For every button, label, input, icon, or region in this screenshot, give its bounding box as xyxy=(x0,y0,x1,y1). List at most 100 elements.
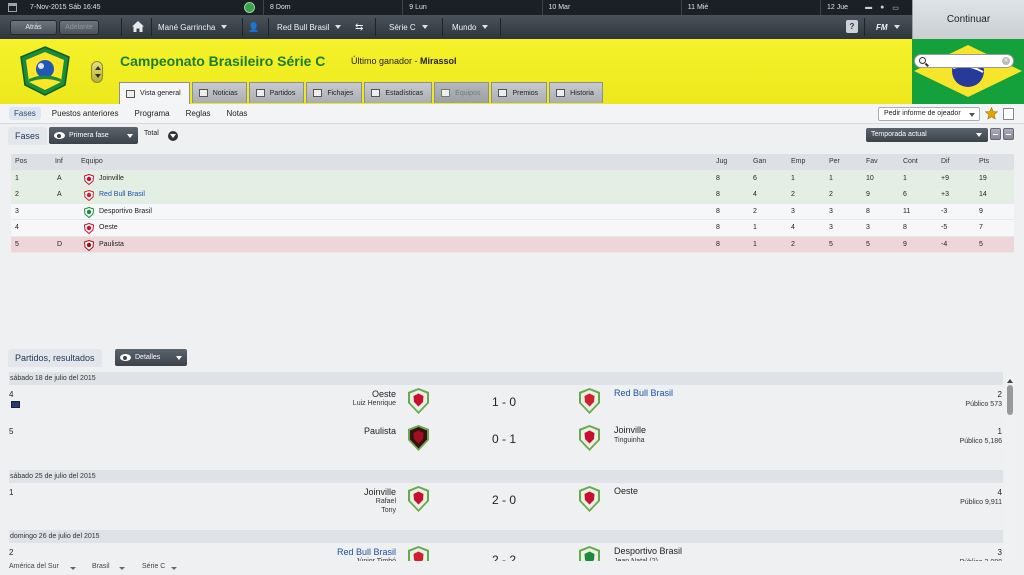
tab-awards[interactable]: Premios xyxy=(491,82,548,103)
home-team-link[interactable]: Oeste xyxy=(372,389,396,399)
calendar-day[interactable]: 11 Mié xyxy=(680,0,820,15)
team-crest-icon[interactable] xyxy=(406,424,431,452)
star-icon[interactable] xyxy=(985,107,998,120)
subnav-stages[interactable]: Fases xyxy=(9,107,41,120)
team-crest-icon[interactable] xyxy=(406,485,431,513)
user-icon[interactable]: 👤 xyxy=(248,15,259,39)
results-scrollbar[interactable] xyxy=(1005,376,1015,575)
arrow-down-icon[interactable] xyxy=(95,74,101,78)
calendar-icon xyxy=(255,89,265,97)
table-row[interactable]: 2 A 8 4 2 2 9 6 +3 14 Red Bull Brasil xyxy=(11,187,1014,204)
team-link[interactable]: Paulista xyxy=(99,237,124,253)
chevron-down-icon[interactable] xyxy=(119,567,125,570)
table-row[interactable]: 1 A 8 6 1 1 10 1 +9 19 Joinville xyxy=(11,170,1014,187)
home-team-link[interactable]: Joinville xyxy=(364,487,396,497)
chevron-down-icon[interactable] xyxy=(70,567,76,570)
collapse-button[interactable] xyxy=(990,128,1001,140)
col-header[interactable]: Equipo xyxy=(81,154,103,170)
scroll-up-icon[interactable] xyxy=(1007,379,1013,383)
tab-transfers[interactable]: Fichajes xyxy=(306,82,363,103)
club-menu[interactable]: Red Bull Brasil xyxy=(277,15,342,39)
col-header[interactable]: Emp xyxy=(791,154,805,170)
details-dropdown[interactable]: Detalles xyxy=(115,349,187,366)
collapse-button[interactable] xyxy=(1003,128,1014,140)
window-controls[interactable]: ▬ ● ▭ xyxy=(852,0,912,15)
team-crest-icon[interactable] xyxy=(406,387,431,415)
manager-menu[interactable]: Mané Garrincha xyxy=(158,15,228,39)
tab-overview[interactable]: Vista general xyxy=(119,82,190,104)
competition-menu[interactable]: Série C xyxy=(389,15,428,39)
home-icon[interactable] xyxy=(131,20,145,33)
scroll-thumb[interactable] xyxy=(1007,385,1013,415)
fm-menu[interactable]: FM xyxy=(876,15,900,39)
col-header[interactable]: Gan xyxy=(753,154,766,170)
tab-teams[interactable]: Equipos xyxy=(434,82,490,103)
home-team-link[interactable]: Red Bull Brasil xyxy=(337,547,396,557)
scout-report-dropdown[interactable]: Pedir informe de ojeador xyxy=(878,107,980,121)
team-link[interactable]: Joinville xyxy=(99,171,124,187)
minimize-icon[interactable]: ▬ xyxy=(865,4,872,11)
team-link[interactable]: Red Bull Brasil xyxy=(99,187,145,203)
subnav-previous-positions[interactable]: Puestos anteriores xyxy=(47,107,124,120)
table-row[interactable]: 4 8 1 4 3 3 8 -5 7 Oeste xyxy=(11,220,1014,237)
table-row[interactable]: 3 8 2 3 3 8 11 -3 9 Desportivo Brasil xyxy=(11,203,1014,220)
arrow-up-icon[interactable] xyxy=(95,66,101,70)
col-header[interactable]: Inf xyxy=(55,154,63,170)
col-header[interactable]: Pos xyxy=(15,154,27,170)
tab-history[interactable]: Historia xyxy=(549,82,603,103)
col-header[interactable]: Per xyxy=(829,154,840,170)
calendar-day[interactable]: 9 Lun xyxy=(402,0,541,15)
tab-matches[interactable]: Partidos xyxy=(248,82,305,103)
fullscreen-icon[interactable]: ▭ xyxy=(892,4,899,12)
season-dropdown[interactable]: Temporada actual xyxy=(866,128,988,142)
team-link[interactable]: Oeste xyxy=(99,220,118,236)
record-icon[interactable]: ● xyxy=(880,4,884,11)
away-team-link[interactable]: Joinville xyxy=(614,425,646,435)
away-team-link[interactable]: Red Bull Brasil xyxy=(614,388,673,398)
match-score[interactable]: 0 - 1 xyxy=(479,432,529,446)
cell-emp: 2 xyxy=(791,240,795,248)
home-team-link[interactable]: Paulista xyxy=(364,426,396,436)
clear-icon[interactable]: ✕ xyxy=(1002,57,1010,65)
match-score[interactable]: 1 - 0 xyxy=(479,395,529,409)
breadcrumb-item[interactable]: Brasil xyxy=(92,563,110,570)
continue-button[interactable]: Continuar xyxy=(912,0,1024,39)
world-menu[interactable]: Mundo xyxy=(452,15,489,39)
away-scorer: Tinguinha xyxy=(614,437,645,444)
prev-next-competition-arrows[interactable] xyxy=(91,61,103,83)
col-header[interactable]: Cont xyxy=(903,154,918,170)
stage-dropdown[interactable]: Primera fase xyxy=(49,127,138,144)
calendar-day[interactable]: 10 Mar xyxy=(541,0,681,15)
team-crest-icon[interactable] xyxy=(577,485,602,513)
forward-button[interactable]: Adelante xyxy=(59,19,99,35)
last-winner-link[interactable]: Mirassol xyxy=(420,56,457,66)
team-crest-icon[interactable] xyxy=(577,387,602,415)
chevron-down-icon[interactable] xyxy=(171,567,177,570)
col-header[interactable]: Jug xyxy=(716,154,727,170)
team-crest-icon[interactable] xyxy=(577,424,602,452)
tab-news[interactable]: Noticias xyxy=(191,82,247,103)
notes-icon[interactable] xyxy=(1003,108,1014,120)
subnav-notes[interactable]: Notas xyxy=(222,107,253,120)
total-dropdown-icon[interactable] xyxy=(168,131,178,141)
col-header[interactable]: Fav xyxy=(866,154,878,170)
away-team-link[interactable]: Desportivo Brasil xyxy=(614,546,682,556)
swap-icon[interactable]: ⇆ xyxy=(355,15,363,39)
team-link[interactable]: Desportivo Brasil xyxy=(99,204,152,220)
away-team-link[interactable]: Oeste xyxy=(614,486,638,496)
table-row[interactable]: 5 D 8 1 2 5 5 9 -4 5 Paulista xyxy=(11,236,1014,253)
calendar-icon[interactable] xyxy=(8,3,17,12)
col-header[interactable]: Pts xyxy=(979,154,989,170)
calendar-day[interactable]: 8 Dom xyxy=(263,0,402,15)
subnav-rules[interactable]: Reglas xyxy=(181,107,216,120)
tab-stats[interactable]: Estadísticas xyxy=(364,82,433,103)
match-score[interactable]: 2 - 0 xyxy=(479,493,529,507)
breadcrumb-item[interactable]: América del Sur xyxy=(9,563,59,570)
club-badge-icon[interactable] xyxy=(235,0,263,15)
breadcrumb-item[interactable]: Série C xyxy=(142,563,165,570)
search-input[interactable]: ✕ xyxy=(914,54,1014,68)
col-header[interactable]: Dif xyxy=(941,154,950,170)
help-button[interactable]: ? xyxy=(846,20,858,33)
back-button[interactable]: Atrás xyxy=(10,19,57,35)
subnav-schedule[interactable]: Programa xyxy=(130,107,175,120)
